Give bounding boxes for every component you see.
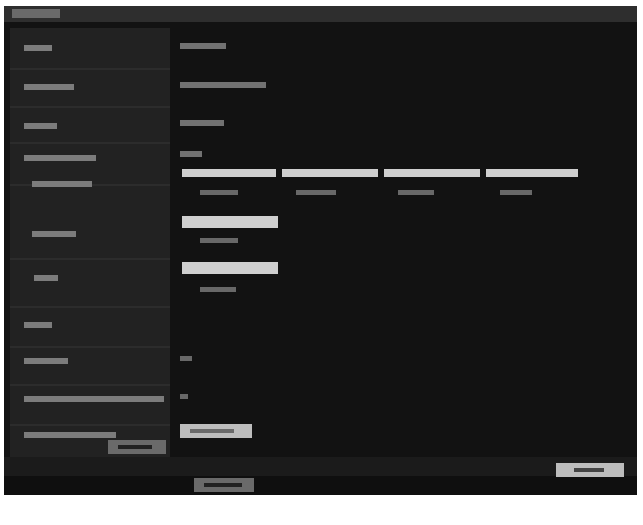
bottom-center-button-label — [204, 483, 242, 487]
field-box[interactable] — [182, 262, 278, 274]
setting-label — [24, 45, 52, 51]
divider — [10, 346, 170, 348]
table-header-cell — [486, 169, 578, 177]
field-caption — [200, 287, 236, 292]
setting-label — [24, 155, 96, 161]
divider — [10, 424, 170, 426]
divider — [10, 106, 170, 108]
setting-label — [24, 432, 116, 438]
divider — [10, 258, 170, 260]
settings-window — [4, 6, 637, 495]
table-header-cell — [384, 169, 480, 177]
setting-label — [24, 322, 52, 328]
bottom-left-button[interactable] — [108, 440, 166, 454]
divider — [10, 68, 170, 70]
setting-value — [180, 82, 266, 88]
setting-label — [24, 84, 74, 90]
window-titlebar — [4, 6, 637, 22]
divider — [10, 306, 170, 308]
indicator — [180, 356, 192, 361]
divider — [10, 384, 170, 386]
window-title — [12, 9, 60, 18]
setting-value — [180, 43, 226, 49]
bottom-right-button-label — [574, 468, 604, 472]
table-cell — [200, 190, 238, 195]
settings-label-column — [10, 28, 170, 458]
field-box[interactable] — [182, 216, 278, 228]
bottom-right-button[interactable] — [556, 463, 624, 477]
setting-label — [32, 181, 92, 187]
bottom-left-button-label — [118, 445, 152, 449]
field-caption — [200, 238, 238, 243]
bottom-center-button[interactable] — [194, 478, 254, 492]
setting-label — [24, 358, 68, 364]
table-header-cell — [282, 169, 378, 177]
divider — [10, 142, 170, 144]
setting-label — [34, 275, 58, 281]
table-header-cell — [182, 169, 276, 177]
row-action-button[interactable] — [180, 424, 252, 438]
indicator — [180, 394, 188, 399]
table-cell — [296, 190, 336, 195]
bottom-bar-lower — [4, 476, 637, 495]
setting-value — [180, 151, 202, 157]
table-cell — [500, 190, 532, 195]
setting-value — [180, 120, 224, 126]
setting-label — [32, 231, 76, 237]
table-cell — [398, 190, 434, 195]
setting-label — [24, 123, 57, 129]
setting-label — [24, 396, 164, 402]
row-action-button-label — [190, 429, 234, 433]
